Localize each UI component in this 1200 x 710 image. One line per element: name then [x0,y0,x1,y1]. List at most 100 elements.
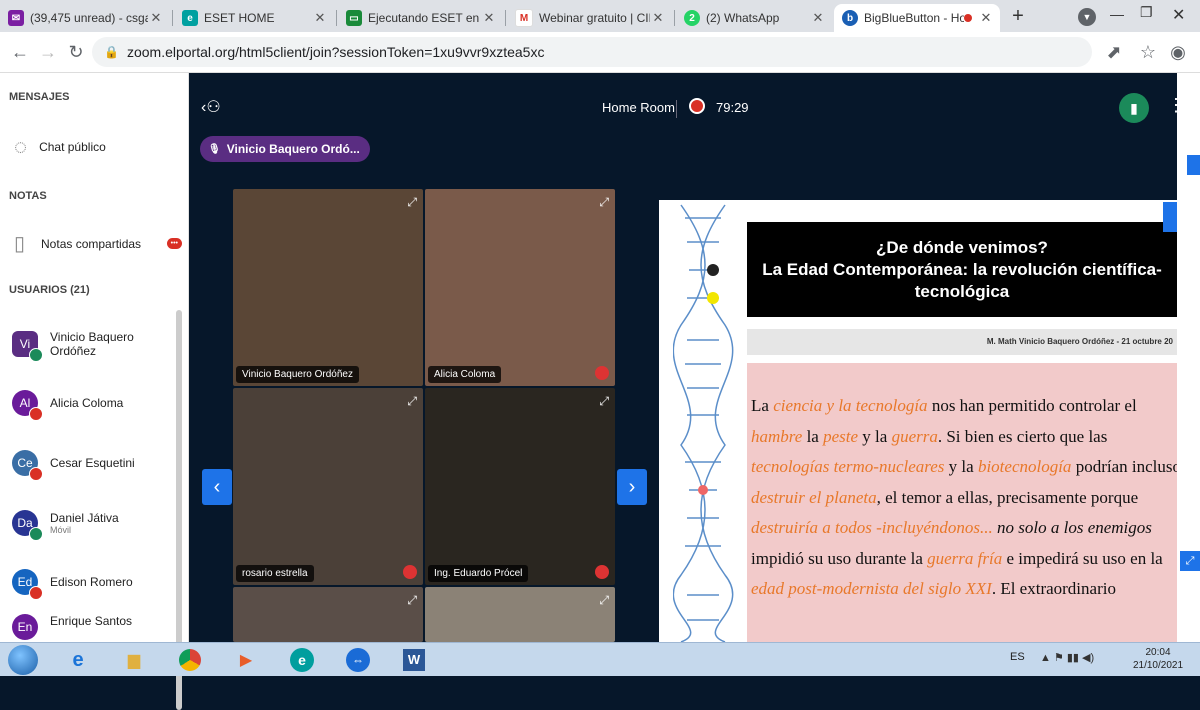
mic-muted-icon [29,407,43,421]
dna-illustration [673,204,734,642]
users-header: USUARIOS (21) [9,284,90,296]
video-tile[interactable]: ⤢ Vinicio Baquero Ordóñez [233,189,423,386]
user-item[interactable]: En Enrique Santos [12,614,182,642]
teamviewer-icon[interactable]: ⇔ [338,646,378,674]
tab-bigbluebutton[interactable]: b BigBlueButton - Ho ✕ [834,4,1000,32]
expand-icon[interactable]: ⤢ [407,593,417,608]
url-text[interactable]: zoom.elportal.org/html5client/join?sessi… [127,44,545,60]
tab-gmail-unread[interactable]: ✉ (39,475 unread) - csga8 ✕ [0,4,170,32]
avatar: Al [12,390,43,421]
public-chat-item[interactable]: ◌ Chat público [14,134,106,160]
presentation-slide[interactable]: ¿De dónde venimos? La Edad Contemporánea… [659,200,1177,642]
mic-muted-icon [595,565,609,579]
eset-icon[interactable]: e [282,646,322,674]
file-explorer-icon[interactable]: ▆ [114,646,154,674]
browser-tab-strip: ✉ (39,475 unread) - csga8 ✕ e ESET HOME … [0,0,1200,32]
recording-dot-icon [964,14,972,22]
connection-status-icon[interactable]: ▮ [1119,93,1149,123]
minimize-icon[interactable]: — [1110,6,1124,22]
restore-icon[interactable]: ❐ [1140,4,1153,21]
close-icon[interactable]: ✕ [978,10,994,26]
tab-eset-run[interactable]: ▭ Ejecutando ESET en Wi ✕ [338,4,503,32]
notes-header: NOTAS [9,190,47,202]
eset-icon: e [182,10,198,26]
close-icon[interactable]: ✕ [148,10,164,26]
reload-icon[interactable]: ↻ [64,40,88,64]
gmail-icon: M [515,9,533,27]
video-tile[interactable]: ⤢ rosario estrella [233,388,423,585]
messages-header: MENSAJES [9,91,70,103]
close-icon[interactable]: ✕ [312,10,328,26]
tab-webinar[interactable]: M Webinar gratuito | CIEN ✕ [507,4,672,32]
user-item[interactable]: Ce Cesar Esquetini [12,443,182,483]
tray-icons[interactable]: ▲ ⚑ ▮▮ ◀) [1040,651,1094,664]
avatar: En [12,614,38,640]
mic-muted-icon [29,467,43,481]
video-tile[interactable]: ⤢ [425,587,615,642]
shared-notes-item[interactable]: ▯ Notas compartidas ••• [14,231,182,256]
microphone-icon: 🎙 [208,143,221,155]
recording-icon[interactable] [689,98,705,114]
user-item[interactable]: Al Alicia Coloma [12,383,182,423]
avatar: Da [12,510,43,541]
close-icon[interactable]: ✕ [481,10,497,26]
close-icon[interactable]: ✕ [650,10,666,26]
expand-icon[interactable]: ⤢ [407,195,417,210]
unread-badge: ••• [166,238,182,249]
document-icon: ▯ [14,233,26,255]
expand-icon[interactable]: ⤢ [407,394,417,409]
start-button-icon[interactable] [8,645,38,675]
eset-run-icon: ▭ [346,10,362,26]
tab-eset-home[interactable]: e ESET HOME ✕ [174,4,334,32]
slide-scroll-indicator[interactable] [1163,202,1177,232]
previous-page-button[interactable]: ‹ [202,469,232,505]
address-bar: ← → ↻ 🔒 zoom.elportal.org/html5client/jo… [0,32,1200,73]
omnibox[interactable]: 🔒 zoom.elportal.org/html5client/join?ses… [92,37,1092,67]
mic-muted-icon [595,366,609,380]
tab-whatsapp[interactable]: 2 (2) WhatsApp ✕ [676,4,832,32]
clock[interactable]: 20:04 21/10/2021 [1120,646,1196,672]
mic-on-icon [29,348,43,362]
talking-indicator[interactable]: 🎙 Vinicio Baquero Ordó... [200,136,370,162]
side-panel-tab[interactable] [1187,155,1200,175]
user-item[interactable]: Ed Edison Romero [12,562,182,602]
user-list-toggle-icon[interactable]: ‹⚇ [201,97,221,117]
video-tile[interactable]: ⤢ [233,587,423,642]
video-tile[interactable]: ⤢ Alicia Coloma [425,189,615,386]
word-icon[interactable]: W [394,646,434,674]
room-name: Home Room [602,100,675,115]
chat-bubble-icon: ◌ [14,134,28,159]
chrome-icon[interactable] [170,646,210,674]
slide-author: M. Math Vinicio Baquero Ordóñez - 21 oct… [747,329,1177,355]
close-icon[interactable]: ✕ [810,10,826,26]
next-page-button[interactable]: › [617,469,647,505]
bookmark-star-icon[interactable]: ☆ [1136,40,1160,64]
tab-search-icon[interactable]: ▼ [1078,8,1096,26]
share-icon[interactable]: ⬈ [1102,40,1126,64]
forward-arrow-icon[interactable]: → [36,40,60,64]
mic-muted-icon [29,586,43,600]
slide-title: ¿De dónde venimos? La Edad Contemporánea… [747,222,1177,317]
expand-icon[interactable]: ⤢ [599,593,609,608]
avatar: Ce [12,450,43,481]
internet-explorer-icon[interactable]: e [58,646,98,674]
avatar: Vi [12,331,43,362]
user-item[interactable]: Da Daniel Játiva Móvil [12,503,182,543]
back-arrow-icon[interactable]: ← [8,40,32,64]
avatar: Ed [12,569,43,600]
expand-icon[interactable]: ⤢ [599,394,609,409]
media-player-icon[interactable]: ▶ [226,646,266,674]
slide-body-text: La ciencia y la tecnología nos han permi… [747,363,1177,642]
left-panel: MENSAJES ◌ Chat público NOTAS ▯ Notas co… [0,73,189,710]
mail-icon: ✉ [8,10,24,26]
profile-icon[interactable]: ◉ [1166,40,1190,64]
new-tab-button[interactable]: + [1006,5,1030,29]
video-tile[interactable]: ⤢ Ing. Eduardo Prócel [425,388,615,585]
fullscreen-icon[interactable]: ⤢ [1180,551,1200,571]
mic-on-icon [29,527,43,541]
language-indicator[interactable]: ES [1010,651,1025,663]
mic-muted-icon [403,565,417,579]
user-item[interactable]: Vi Vinicio Baquero Ordóñez [12,324,182,364]
close-window-icon[interactable]: ✕ [1172,5,1185,25]
expand-icon[interactable]: ⤢ [599,195,609,210]
